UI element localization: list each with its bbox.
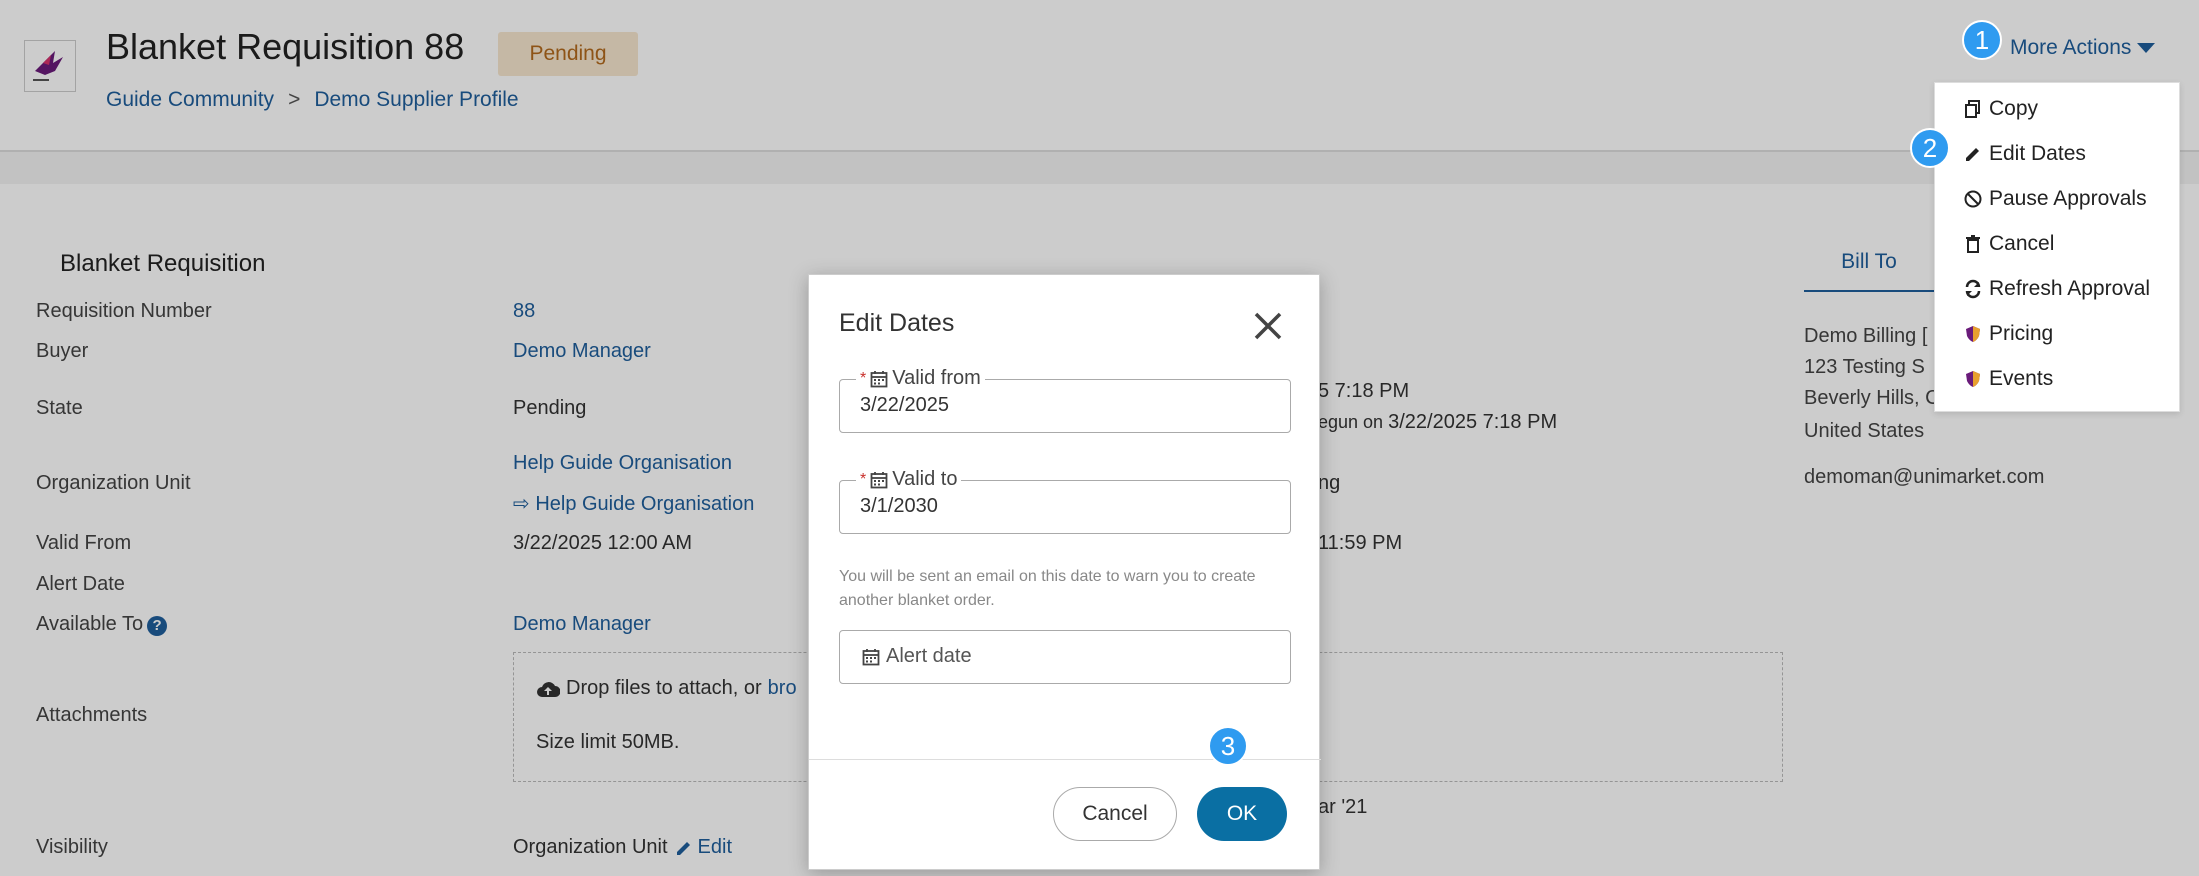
menu-item-label: Pricing xyxy=(1989,322,2054,345)
copy-icon xyxy=(1963,99,1983,119)
valid-from-label: Valid from xyxy=(892,367,981,389)
trash-icon xyxy=(1963,234,1983,254)
close-button[interactable] xyxy=(1251,309,1285,343)
ban-icon xyxy=(1963,189,1983,209)
dialog-title: Edit Dates xyxy=(839,309,955,337)
menu-item-label: Copy xyxy=(1989,97,2039,120)
alert-date-placeholder: Alert date xyxy=(862,645,972,668)
valid-to-value: 3/1/2030 xyxy=(860,495,938,517)
valid-to-label: Valid to xyxy=(892,468,958,490)
menu-item-label: Refresh Approval xyxy=(1989,277,2151,300)
menu-item-edit-dates[interactable]: Edit Dates xyxy=(1963,142,2086,166)
required-marker: * xyxy=(860,369,867,387)
step-marker-1: 1 xyxy=(1962,20,2002,60)
dialog-divider xyxy=(809,759,1321,760)
valid-from-value: 3/22/2025 xyxy=(860,394,949,416)
calendar-icon xyxy=(870,471,888,489)
menu-item-label: Pause Approvals xyxy=(1989,187,2147,210)
calendar-icon xyxy=(862,648,880,666)
menu-item-copy[interactable]: Copy xyxy=(1963,97,2038,121)
valid-to-input[interactable]: * Valid to 3/1/2030 xyxy=(839,468,1291,534)
valid-to-legend: * Valid to xyxy=(856,468,962,491)
page: Blanket Requisition 88 Pending Guide Com… xyxy=(0,0,2199,876)
calendar-icon xyxy=(870,370,888,388)
valid-from-legend: * Valid from xyxy=(856,367,985,390)
close-icon xyxy=(1254,312,1282,340)
menu-item-pause-approvals[interactable]: Pause Approvals xyxy=(1963,187,2147,211)
ok-button[interactable]: OK xyxy=(1197,787,1287,841)
refresh-icon xyxy=(1963,279,1983,299)
menu-item-refresh-approval[interactable]: Refresh Approval xyxy=(1963,277,2150,301)
menu-item-label: Cancel xyxy=(1989,232,2055,255)
alert-date-input[interactable]: Alert date xyxy=(839,630,1291,684)
pencil-icon xyxy=(1963,144,1983,164)
shield-icon xyxy=(1963,369,1983,389)
step-marker-2: 2 xyxy=(1910,128,1950,168)
menu-item-cancel[interactable]: Cancel xyxy=(1963,232,2054,256)
step-marker-3: 3 xyxy=(1208,726,1248,766)
alert-date-placeholder-text: Alert date xyxy=(886,645,972,667)
shield-icon xyxy=(1963,324,1983,344)
edit-dates-dialog: Edit Dates * Valid from 3/22/2025 * Vali… xyxy=(808,274,1321,870)
menu-item-label: Events xyxy=(1989,367,2054,390)
menu-item-events[interactable]: Events xyxy=(1963,367,2053,391)
more-actions-menu: Copy Edit Dates Pause Approvals Cancel R… xyxy=(1934,82,2180,412)
menu-item-label: Edit Dates xyxy=(1989,142,2086,165)
alert-hint-text: You will be sent an email on this date t… xyxy=(839,568,1256,609)
required-marker: * xyxy=(860,470,867,488)
menu-item-pricing[interactable]: Pricing xyxy=(1963,322,2053,346)
cancel-button[interactable]: Cancel xyxy=(1053,787,1177,841)
valid-from-input[interactable]: * Valid from 3/22/2025 xyxy=(839,367,1291,433)
